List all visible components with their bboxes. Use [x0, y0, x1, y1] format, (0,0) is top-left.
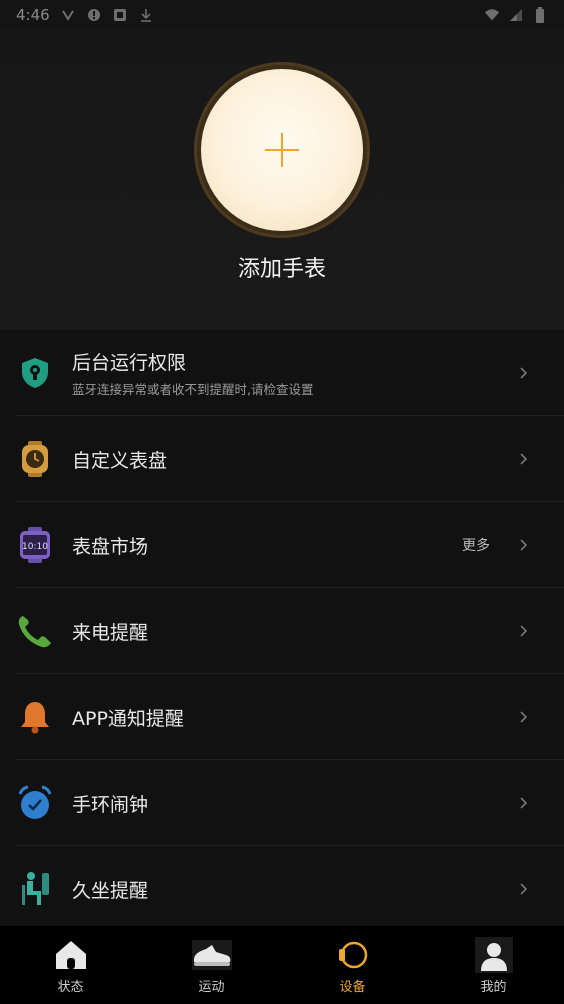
bell-icon	[16, 698, 54, 736]
watch-face-icon	[16, 440, 54, 478]
menu-item-band-alarm[interactable]: 手环闹钟	[0, 760, 564, 846]
more-link[interactable]: 更多	[462, 535, 490, 555]
tab-status[interactable]: 状态	[0, 926, 141, 1004]
add-watch-section: 添加手表	[0, 30, 564, 330]
menu-title: APP通知提醒	[72, 707, 184, 730]
menu-item-watch-face-market[interactable]: 10:10 表盘市场 更多	[0, 502, 564, 588]
chevron-right-icon	[518, 883, 530, 895]
tab-label: 运动	[198, 980, 225, 995]
menu-title: 来电提醒	[72, 621, 149, 644]
chevron-right-icon	[518, 711, 530, 723]
menu-item-background-permission[interactable]: 后台运行权限 蓝牙连接异常或者收不到提醒时,请检查设置	[0, 330, 564, 416]
chevron-right-icon	[518, 797, 530, 809]
chevron-right-icon	[518, 367, 530, 379]
bottom-tab-bar: 状态 运动 设备 我的	[0, 926, 564, 1004]
alarm-clock-icon	[16, 784, 54, 822]
plus-icon	[265, 133, 299, 167]
chevron-right-icon	[518, 453, 530, 465]
watch-market-icon-text: 10:10	[22, 542, 48, 552]
chevron-right-icon	[518, 539, 530, 551]
signal-icon	[508, 7, 524, 23]
add-watch-title: 添加手表	[237, 257, 326, 282]
info-icon	[86, 7, 102, 23]
home-icon	[51, 936, 91, 974]
status-bar: 4:46	[0, 0, 564, 30]
add-watch-circle	[201, 69, 363, 231]
wifi-icon	[484, 7, 500, 23]
menu-title: 久坐提醒	[72, 879, 149, 902]
tab-profile[interactable]: 我的	[423, 926, 564, 1004]
battery-icon	[532, 7, 548, 23]
sneaker-icon	[191, 936, 232, 974]
menu-title: 自定义表盘	[72, 449, 168, 472]
menu-title: 后台运行权限	[72, 352, 187, 374]
tab-label: 设备	[339, 980, 366, 995]
tab-sports[interactable]: 运动	[141, 926, 282, 1004]
download-icon	[138, 7, 154, 23]
notification-icon	[60, 7, 76, 23]
watch-market-icon: 10:10	[16, 526, 54, 564]
menu-item-app-notification[interactable]: APP通知提醒	[0, 674, 564, 760]
phone-icon	[16, 612, 54, 650]
profile-icon	[474, 936, 514, 974]
add-watch-button[interactable]	[194, 62, 370, 238]
watch-icon	[333, 936, 373, 974]
menu-item-call-reminder[interactable]: 来电提醒	[0, 588, 564, 674]
tab-label: 状态	[57, 980, 84, 995]
menu-title: 手环闹钟	[72, 793, 149, 816]
app-icon	[112, 7, 128, 23]
menu-item-custom-watch-face[interactable]: 自定义表盘	[0, 416, 564, 502]
tab-label: 我的	[480, 980, 507, 995]
status-time: 4:46	[16, 6, 50, 24]
shield-lock-icon	[16, 354, 54, 392]
settings-menu: 后台运行权限 蓝牙连接异常或者收不到提醒时,请检查设置 自定义表盘 10:10 …	[0, 330, 564, 932]
chevron-right-icon	[518, 625, 530, 637]
menu-title: 表盘市场	[72, 535, 149, 558]
sitting-icon	[16, 870, 54, 908]
menu-subtitle: 蓝牙连接异常或者收不到提醒时,请检查设置	[72, 382, 314, 397]
tab-device[interactable]: 设备	[282, 926, 423, 1004]
menu-item-sedentary-reminder[interactable]: 久坐提醒	[0, 846, 564, 932]
